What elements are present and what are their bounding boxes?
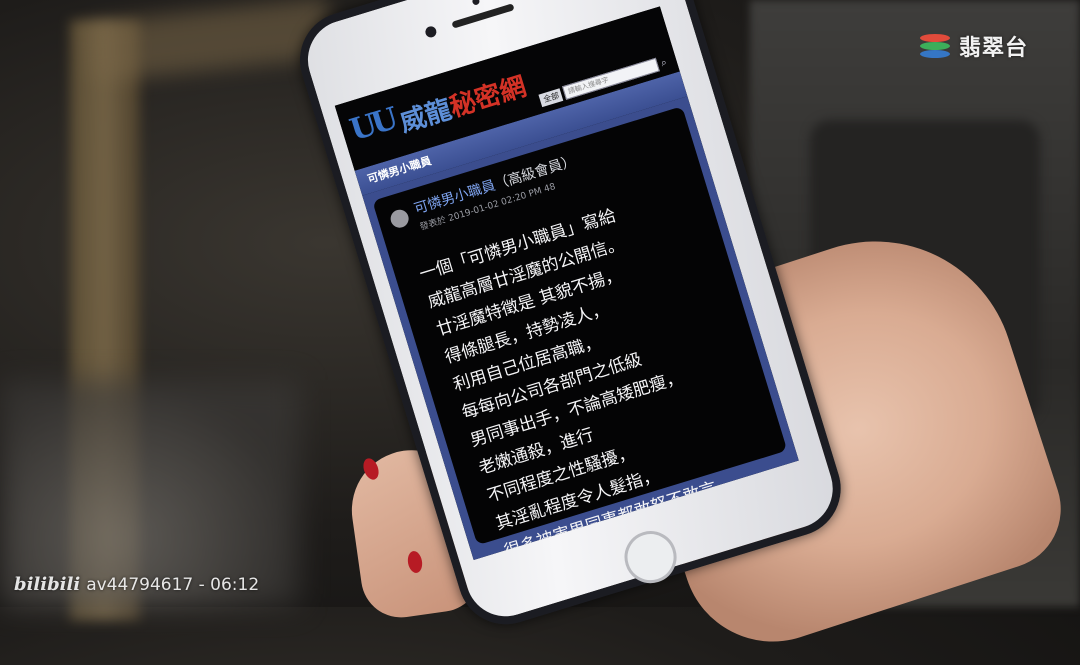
post-line: 一個「可憐男小職員」寫給 <box>417 205 619 285</box>
avatar[interactable] <box>388 207 411 230</box>
fingernail <box>680 255 708 279</box>
post-header: 可憐男小職員（高級會員） 發表於 2019-01-02 02:20 PM 48 <box>387 119 684 240</box>
video-watermark: bilibili av44794617 - 06:12 <box>14 574 259 595</box>
post-meta: 發表於 2019-01-02 02:20 PM 48 <box>418 181 557 233</box>
background-light <box>0 380 300 607</box>
author-role: （高級會員） <box>492 153 578 193</box>
search-icon[interactable]: ⌕ <box>659 57 668 69</box>
site-name-part1: 威龍 <box>396 94 456 139</box>
logo-mark-text: UU <box>345 101 399 149</box>
post-author[interactable]: 可憐男小職員（高級會員） <box>412 150 579 218</box>
channel-name: 翡翠台 <box>958 36 1028 61</box>
front-sensor <box>471 0 481 6</box>
author-name: 可憐男小職員 <box>412 177 498 218</box>
site-logo-mark[interactable]: UU <box>346 102 399 148</box>
background-railing-top <box>87 0 333 83</box>
channel-logo: 翡翠台 <box>917 30 1028 62</box>
site-name[interactable]: 威龍秘密網 <box>395 66 530 139</box>
site-name-part2: 秘密網 <box>446 71 530 124</box>
site-header: UU 威龍秘密網 全部 請輸入搜尋字 ⌕ <box>334 6 680 171</box>
earpiece-speaker <box>451 3 515 29</box>
search-scope-select[interactable]: 全部 <box>538 87 564 107</box>
watermark-text: av44794617 - 06:12 <box>86 574 260 595</box>
post-line: 廿淫魔特徵是 其貌不揚， <box>434 264 624 341</box>
search-bar: 全部 請輸入搜尋字 ⌕ <box>538 55 669 107</box>
search-input[interactable]: 請輸入搜尋字 <box>562 57 661 100</box>
thread-subnav[interactable]: 可憐男小職員 <box>354 71 688 196</box>
bilibili-logo: bilibili <box>14 574 81 595</box>
post-line: 威龍高層廿淫魔的公開信。 <box>425 233 627 313</box>
front-camera <box>424 25 438 39</box>
tvb-logo-icon <box>917 32 953 60</box>
